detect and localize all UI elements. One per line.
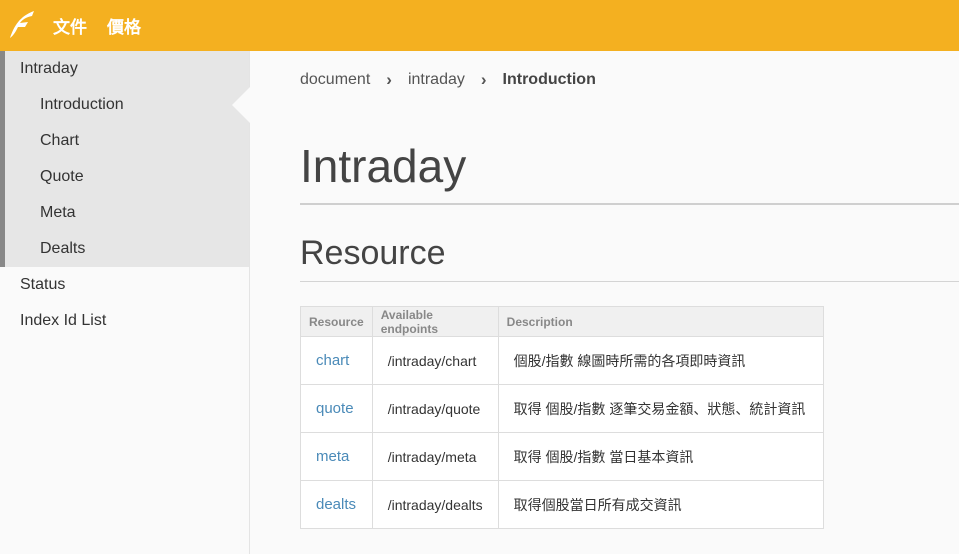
sidebar-item-index-id-list[interactable]: Index Id List [0,303,249,339]
endpoint-cell: /intraday/quote [371,384,499,433]
sidebar-item-introduction[interactable]: Introduction [5,87,250,123]
nav-docs-link[interactable]: 文件 [53,13,87,38]
main-content: document › intraday › Introduction Intra… [250,51,959,554]
description-cell: 取得個股當日所有成交資訊 [497,480,824,529]
endpoint-cell: /intraday/dealts [371,480,499,529]
nav-pricing-link[interactable]: 價格 [107,13,141,38]
chevron-right-icon: › [386,70,392,89]
table-row: chart /intraday/chart 個股/指數 線圖時所需的各項即時資訊 [300,336,824,385]
table-row: quote /intraday/quote 取得 個股/指數 逐筆交易金額、狀態… [300,384,824,433]
sidebar-item-quote[interactable]: Quote [5,159,249,195]
sidebar-item-status[interactable]: Status [0,267,249,303]
sidebar-group-intraday: Intraday Introduction Chart Quote Meta D… [0,51,250,267]
table-header-row: Resource Available endpoints Description [300,306,824,337]
top-nav: 文件 價格 [53,0,141,51]
description-cell: 取得 個股/指數 當日基本資訊 [497,432,824,481]
sidebar-item-meta[interactable]: Meta [5,195,249,231]
table-row: dealts /intraday/dealts 取得個股當日所有成交資訊 [300,480,824,529]
table-row: meta /intraday/meta 取得 個股/指數 當日基本資訊 [300,432,824,481]
resource-link-meta[interactable]: meta [300,432,373,481]
section-title: Resource [300,234,446,272]
page-title: Intraday [300,140,467,192]
column-header-endpoints: Available endpoints [371,306,499,337]
divider [300,281,959,282]
resource-link-quote[interactable]: quote [300,384,373,433]
resource-link-chart[interactable]: chart [300,336,373,385]
sidebar-item-intraday[interactable]: Intraday [5,51,249,87]
description-cell: 個股/指數 線圖時所需的各項即時資訊 [497,336,824,385]
chevron-right-icon: › [480,70,487,89]
endpoint-cell: /intraday/meta [371,432,499,481]
sidebar-item-chart[interactable]: Chart [5,123,249,159]
divider [300,203,959,205]
resource-table: Resource Available endpoints Description… [300,306,824,529]
breadcrumb-intraday[interactable]: intraday [408,71,465,89]
sidebar-item-dealts[interactable]: Dealts [5,231,249,267]
sidebar-item-label: Introduction [40,96,124,113]
description-cell: 取得 個股/指數 逐筆交易金額、狀態、統計資訊 [497,384,824,433]
sidebar: Intraday Introduction Chart Quote Meta D… [0,51,250,554]
resource-link-dealts[interactable]: dealts [300,480,373,529]
column-header-resource: Resource [300,306,373,337]
breadcrumb-current: Introduction [502,71,596,88]
endpoint-cell: /intraday/chart [371,336,499,385]
breadcrumb: document › intraday › Introduction [300,70,596,90]
fugle-logo-icon[interactable] [6,8,38,40]
breadcrumb-document[interactable]: document [300,71,370,89]
column-header-description: Description [497,306,824,337]
active-indicator-icon [232,87,250,123]
top-bar: 文件 價格 [0,0,959,51]
